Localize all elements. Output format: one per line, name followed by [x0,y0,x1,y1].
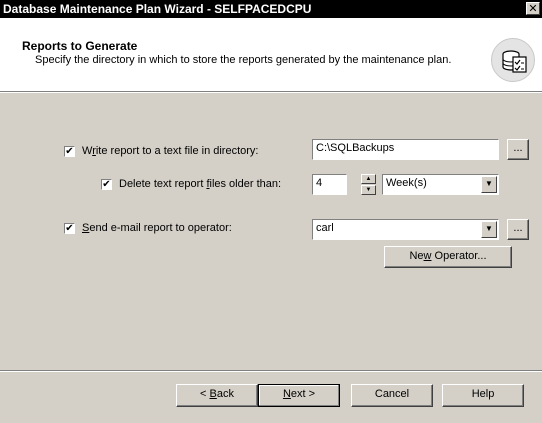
back-button[interactable]: < Back [176,384,258,407]
operator-value: carl [316,222,334,234]
retention-count-input[interactable]: 4 [312,174,347,195]
operator-select[interactable]: carl ▼ [312,219,499,240]
write-report-label[interactable]: Write report to a text file in directory… [82,145,259,158]
checkmark-icon: ✔ [65,223,74,234]
send-email-checkbox[interactable]: ✔ [64,223,75,234]
spin-up-icon[interactable]: ▲ [361,174,376,184]
browse-directory-button[interactable]: ... [507,139,529,160]
retention-count-spinner[interactable]: ▲ ▼ [361,174,376,195]
chevron-down-icon[interactable]: ▼ [481,221,497,238]
close-icon[interactable]: ✕ [526,2,540,15]
send-email-label[interactable]: Send e-mail report to operator: [82,222,232,235]
help-button[interactable]: Help [442,384,524,407]
chevron-down-icon[interactable]: ▼ [481,176,497,193]
spin-down-icon[interactable]: ▼ [361,185,376,195]
checkmark-icon: ✔ [102,179,111,190]
browse-operator-button[interactable]: ... [507,219,529,240]
next-button[interactable]: Next > [258,384,340,407]
retention-unit-value: Week(s) [386,177,427,189]
checkmark-icon: ✔ [65,146,74,157]
footer-divider-highlight [0,371,542,372]
database-checklist-icon [491,38,535,82]
report-directory-input[interactable]: C:\SQLBackups [312,139,499,160]
header-divider [0,92,542,93]
cancel-button[interactable]: Cancel [351,384,433,407]
window-title: Database Maintenance Plan Wizard - SELFP… [3,2,312,16]
delete-old-reports-label[interactable]: Delete text report files older than: [119,178,281,191]
wizard-window: Database Maintenance Plan Wizard - SELFP… [0,0,542,423]
wizard-header: Reports to Generate Specify the director… [0,18,542,92]
retention-unit-select[interactable]: Week(s) ▼ [382,174,499,195]
title-bar: Database Maintenance Plan Wizard - SELFP… [0,0,542,18]
delete-old-reports-checkbox[interactable]: ✔ [101,179,112,190]
page-title: Reports to Generate [22,39,138,53]
new-operator-button[interactable]: New Operator... [384,246,512,268]
page-description: Specify the directory in which to store … [35,54,452,66]
write-report-checkbox[interactable]: ✔ [64,146,75,157]
